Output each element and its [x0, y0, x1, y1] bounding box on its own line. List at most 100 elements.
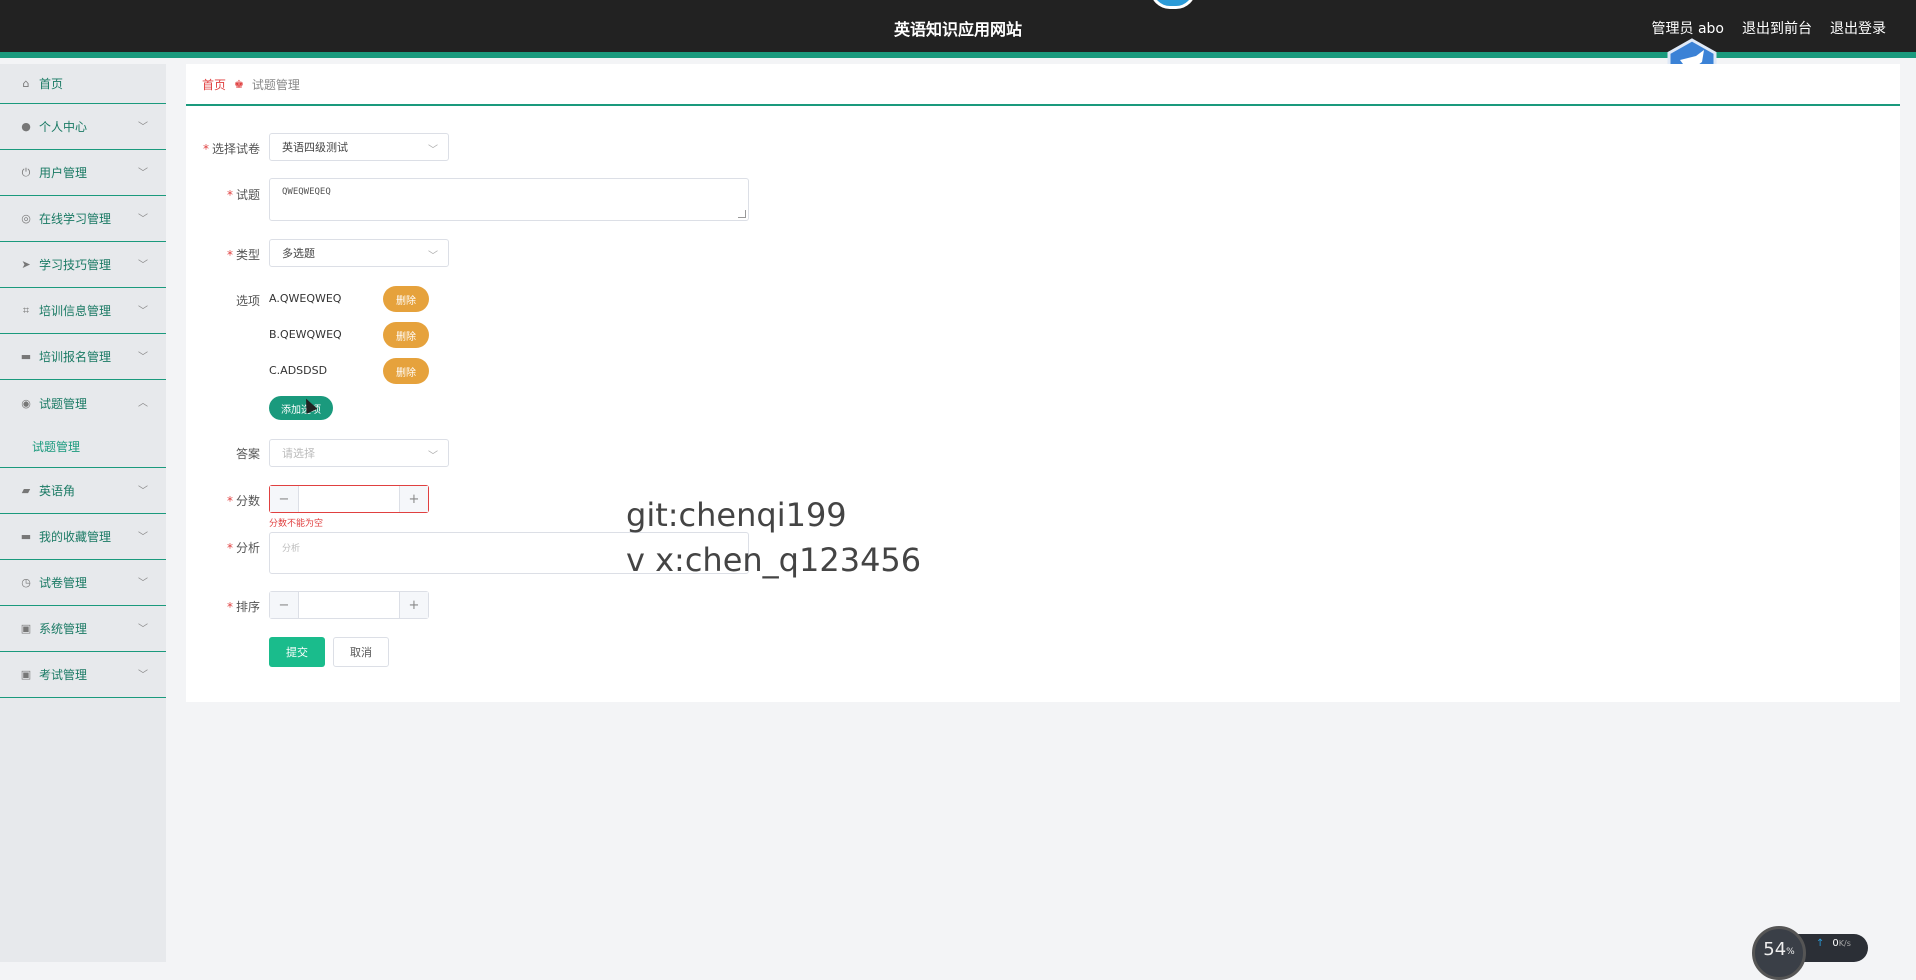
decrement-button[interactable]: −: [270, 592, 299, 618]
answer-label: 答案: [235, 447, 260, 461]
breadcrumb: 首页 ♚ 试题管理: [186, 64, 1900, 106]
sidebar-item-label: 考试管理: [39, 668, 88, 682]
cancel-button[interactable]: 取消: [333, 637, 389, 667]
logout-link[interactable]: 退出登录: [1830, 18, 1886, 38]
paper-label: * 选择试卷: [202, 142, 260, 156]
sidebar-item-favorites[interactable]: ▬ 我的收藏管理 ﹀: [0, 514, 166, 560]
type-select[interactable]: 多选题 ﹀: [269, 239, 449, 267]
delete-option-button[interactable]: 删除: [383, 358, 429, 384]
chevron-down-icon: ﹀: [138, 168, 148, 179]
sidebar-item-personal-center[interactable]: ● 个人中心 ﹀: [0, 104, 166, 150]
type-select-value: 多选题: [282, 247, 315, 260]
sidebar-subitem-question-management[interactable]: 试题管理: [0, 426, 166, 468]
chevron-down-icon: ﹀: [138, 214, 148, 225]
sidebar-item-label: 培训报名管理: [39, 350, 112, 364]
speed-rate: ↑ 0K/s: [1816, 938, 1851, 949]
sidebar-subitem-label: 试题管理: [32, 440, 81, 454]
delete-option-button[interactable]: 删除: [383, 286, 429, 312]
chevron-down-icon: ﹀: [138, 260, 148, 271]
compass-icon: ◎: [21, 212, 31, 225]
briefcase-icon: ▰: [21, 484, 31, 497]
resize-handle-icon[interactable]: [738, 210, 746, 218]
question-label: * 试题: [226, 188, 260, 202]
send-icon: ➤: [21, 258, 31, 271]
chevron-down-icon: ﹀: [138, 670, 148, 681]
sort-input[interactable]: [299, 592, 399, 618]
clock-icon: ◷: [21, 576, 31, 589]
score-input[interactable]: [299, 486, 399, 512]
site-title: 英语知识应用网站: [893, 20, 1022, 39]
sidebar-item-system-management[interactable]: ▣ 系统管理 ﹀: [0, 606, 166, 652]
answer-placeholder: 请选择: [282, 447, 315, 460]
sidebar-item-label: 培训信息管理: [39, 304, 112, 318]
check-icon: ▣: [20, 668, 32, 681]
sidebar-item-training-info[interactable]: ⌗ 培训信息管理 ﹀: [0, 288, 166, 334]
sidebar-item-english-corner[interactable]: ▰ 英语角 ﹀: [0, 468, 166, 514]
chevron-down-icon: ﹀: [138, 306, 148, 317]
home-icon: ⌂: [22, 77, 30, 90]
type-label: * 类型: [226, 248, 260, 262]
chevron-down-icon: ﹀: [138, 578, 148, 589]
sidebar-item-user-management[interactable]: ⏻ 用户管理 ﹀: [0, 150, 166, 196]
increment-button[interactable]: +: [399, 592, 428, 618]
sidebar-item-label: 我的收藏管理: [39, 530, 112, 544]
sidebar-item-online-learning[interactable]: ◎ 在线学习管理 ﹀: [0, 196, 166, 242]
sidebar-item-exam-management[interactable]: ▣ 考试管理 ﹀: [0, 652, 166, 698]
target-icon: ◉: [21, 396, 31, 410]
watermark-line: v x:chen_q123456: [626, 541, 922, 579]
header-links: 管理员 abo 退出到前台 退出登录: [1652, 18, 1886, 38]
breadcrumb-current: 试题管理: [251, 77, 300, 92]
chevron-down-icon: ﹀: [428, 251, 438, 262]
submit-button[interactable]: 提交: [269, 637, 325, 667]
decrement-button[interactable]: −: [270, 486, 299, 512]
increment-button[interactable]: +: [399, 486, 428, 512]
chevron-down-icon: ﹀: [138, 624, 148, 635]
analysis-label: * 分析: [226, 541, 260, 555]
options-label: 选项: [235, 294, 260, 308]
sidebar-item-training-signup[interactable]: ▬ 培训报名管理 ﹀: [0, 334, 166, 380]
sidebar-item-paper-management[interactable]: ◷ 试卷管理 ﹀: [0, 560, 166, 606]
power-icon: ⏻: [21, 165, 31, 179]
option-item: A.QWEQWEQ: [269, 292, 342, 305]
user-icon: ●: [21, 120, 31, 133]
exit-to-front-link[interactable]: 退出到前台: [1742, 18, 1812, 38]
breadcrumb-home-link[interactable]: 首页: [202, 76, 226, 93]
sidebar-item-label: 首页: [39, 77, 64, 91]
sidebar-item-study-tips[interactable]: ➤ 学习技巧管理 ﹀: [0, 242, 166, 288]
option-item: C.ADSDSD: [269, 364, 328, 377]
clipboard-icon: ▣: [20, 622, 32, 635]
chevron-down-icon: ﹀: [138, 122, 148, 133]
option-item: B.QEWQWEQ: [269, 328, 342, 341]
sidebar-item-home[interactable]: ⌂ 首页: [0, 64, 166, 104]
sidebar: ⌂ 首页 ● 个人中心 ﹀ ⏻ 用户管理 ﹀ ◎ 在线学习管理 ﹀ ➤ 学习技巧…: [0, 64, 166, 962]
chevron-down-icon: ﹀: [428, 451, 438, 462]
sort-stepper[interactable]: − +: [269, 591, 429, 619]
analysis-placeholder: 分析: [282, 544, 301, 554]
network-speed-widget[interactable]: 54% ↑ 0K/s: [1752, 924, 1872, 980]
chevron-up-icon: ︿: [138, 398, 148, 409]
chevron-down-icon: ﹀: [138, 532, 148, 543]
sidebar-item-question-management[interactable]: ◉ 试题管理 ︿: [0, 380, 166, 426]
home-icon: ♚: [234, 77, 244, 91]
top-header: 英语知识应用网站 管理员 abo 退出到前台 退出登录: [0, 0, 1916, 58]
sidebar-item-label: 个人中心: [39, 120, 88, 134]
score-stepper[interactable]: − +: [269, 485, 429, 513]
delete-option-button[interactable]: 删除: [383, 322, 429, 348]
sidebar-item-label: 学习技巧管理: [39, 258, 112, 272]
message-icon: ▬: [20, 350, 32, 363]
sidebar-item-label: 在线学习管理: [39, 212, 112, 226]
sidebar-item-label: 系统管理: [39, 622, 88, 636]
sidebar-item-label: 用户管理: [39, 166, 88, 180]
question-value: QWEQWEQEQ: [282, 187, 331, 197]
admin-user-link[interactable]: 管理员 abo: [1652, 18, 1724, 38]
score-error-message: 分数不能为空: [269, 519, 324, 529]
question-textarea[interactable]: QWEQWEQEQ: [269, 178, 749, 221]
answer-select[interactable]: 请选择 ﹀: [269, 439, 449, 467]
chevron-down-icon: ﹀: [428, 145, 438, 156]
paper-select-value: 英语四级测试: [282, 141, 348, 154]
crop-icon: ⌗: [22, 303, 30, 317]
watermark-line: git:chenqi199: [626, 496, 847, 534]
paper-select[interactable]: 英语四级测试 ﹀: [269, 133, 449, 161]
chevron-down-icon: ﹀: [138, 486, 148, 497]
chevron-down-icon: ﹀: [138, 352, 148, 363]
